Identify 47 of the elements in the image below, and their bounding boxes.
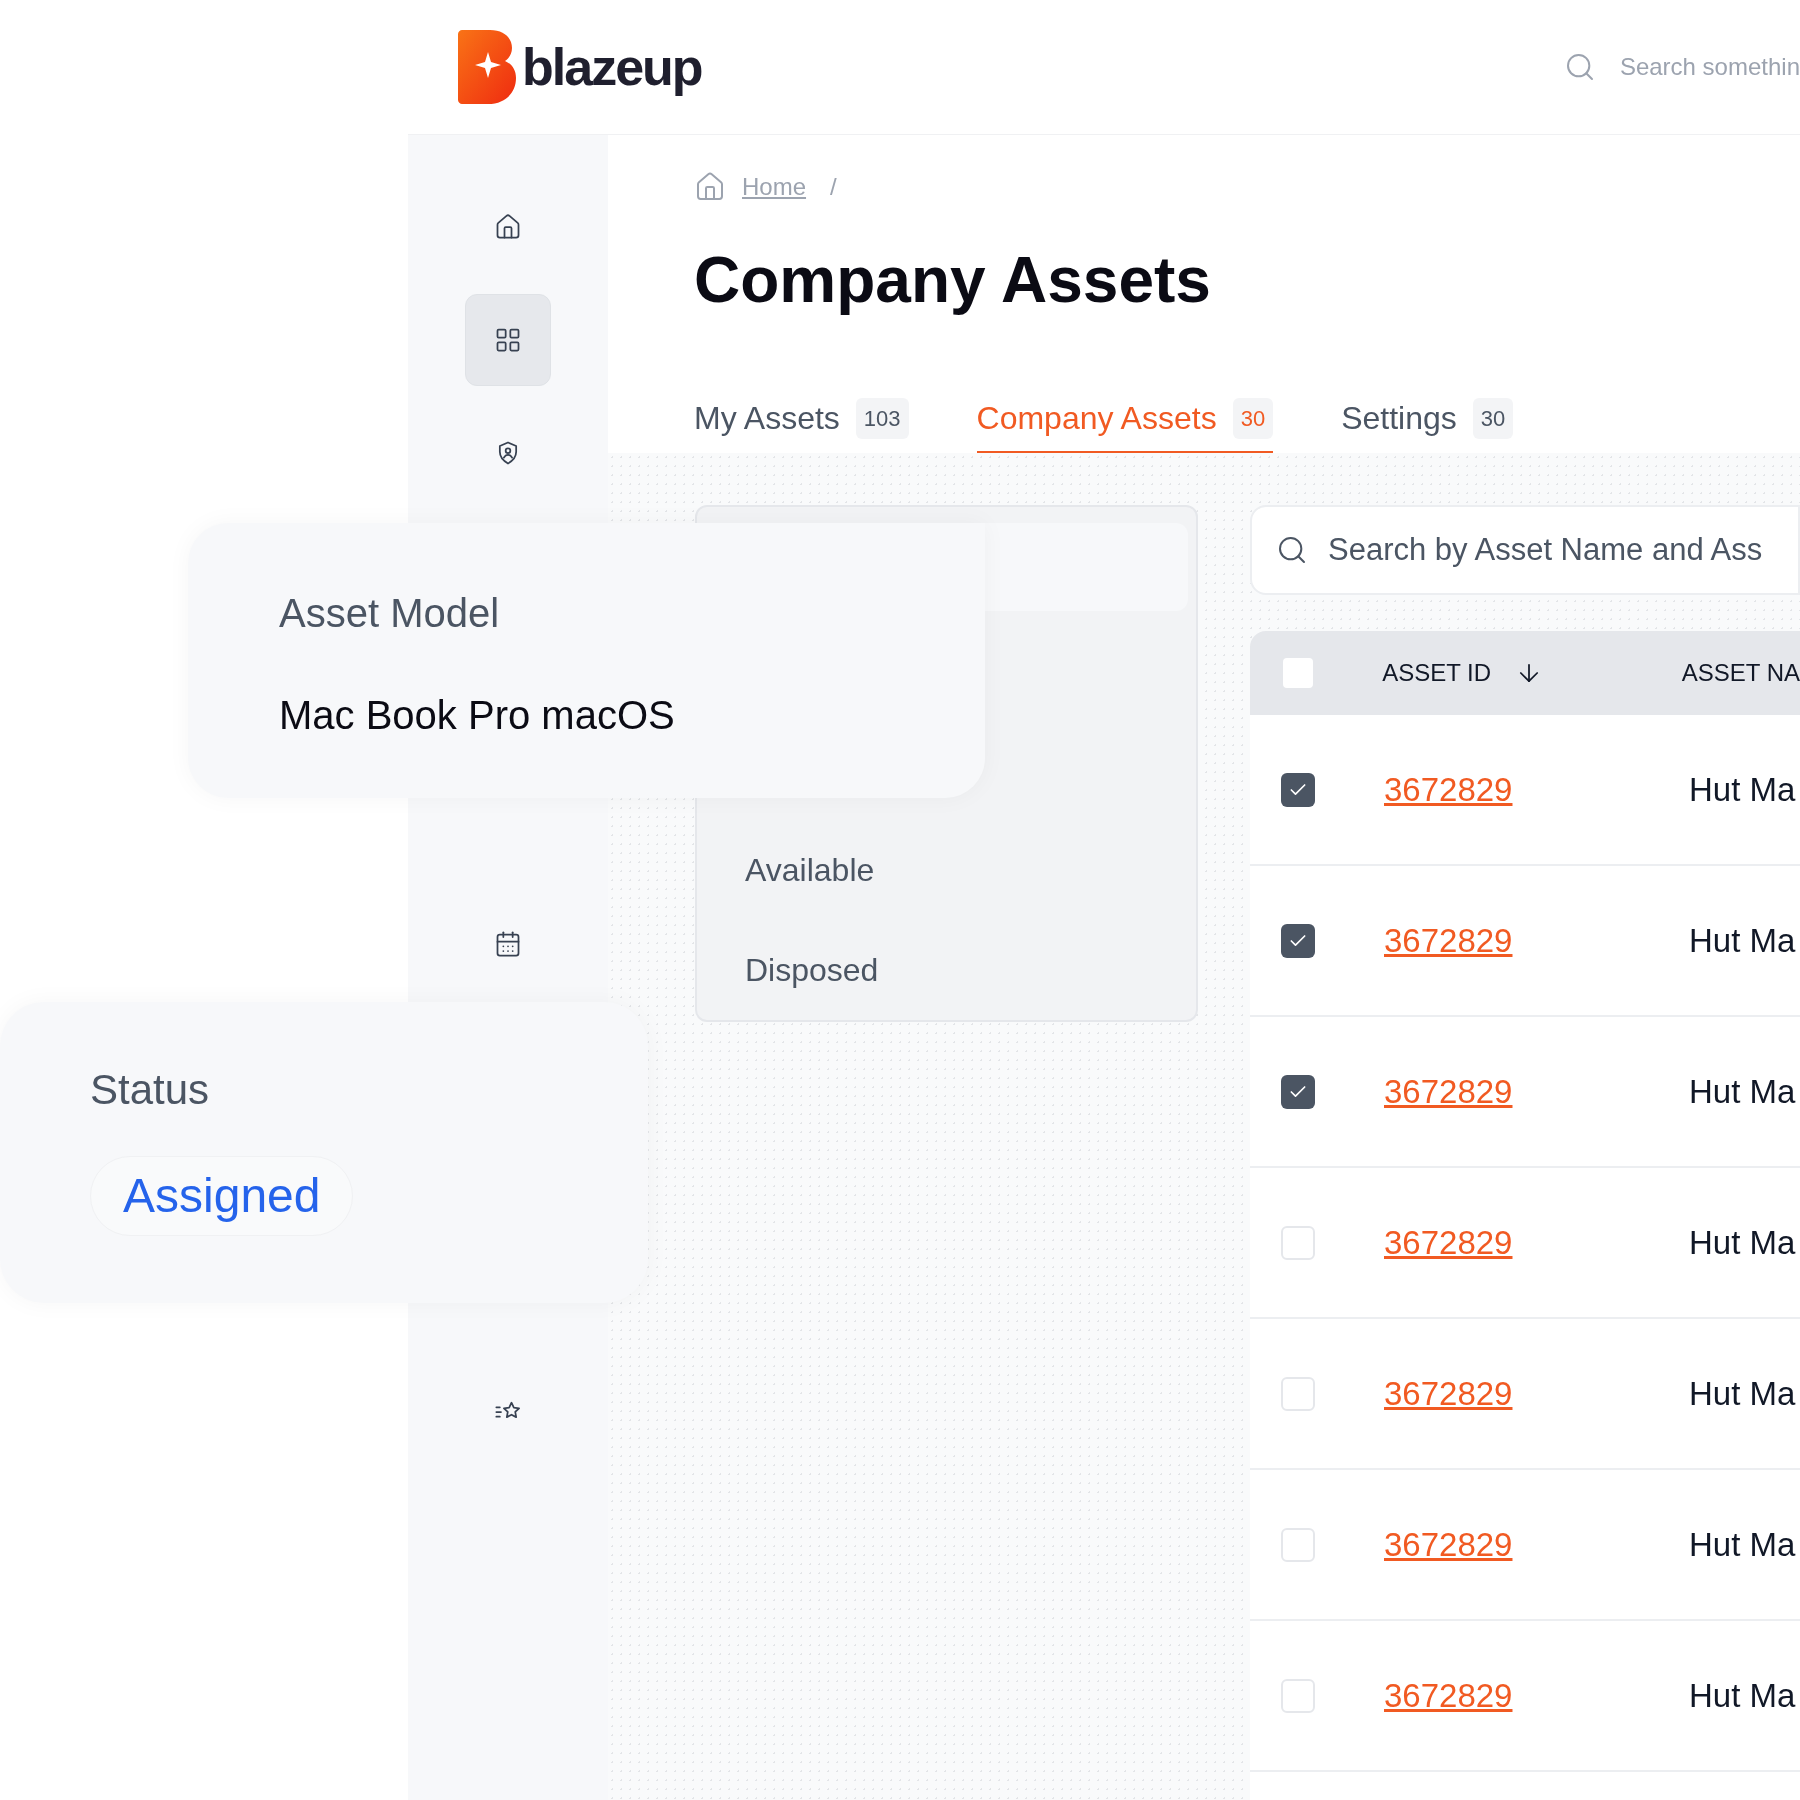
checkbox[interactable] [1281,923,1315,958]
page-title: Company Assets [694,243,1212,318]
card-label: Asset Model [279,590,501,637]
calendar-icon [494,930,522,958]
search-icon [1276,534,1308,566]
asset-id-link[interactable]: 3672829 [1384,921,1513,959]
table-cell-text: Hut Ma [1689,920,1796,961]
asset-id-link[interactable]: 3672829 [1384,1072,1513,1110]
count-badge: 30 [1232,397,1274,439]
sidebar-item[interactable] [465,294,551,386]
count-badge: 103 [855,397,909,439]
asset-id-link[interactable]: 3672829 [1384,1374,1513,1412]
checkbox[interactable] [1281,1527,1315,1562]
filter-option[interactable]: Disposed [745,950,1196,990]
home-icon [494,213,522,241]
checkbox[interactable] [1281,1225,1315,1260]
table-cell-text: Hut Ma [1689,1071,1796,1112]
card-label: Status [90,1065,211,1115]
table-cell-text: Hut Ma [1689,1675,1796,1716]
count-badge: 30 [1472,397,1514,439]
asset-id-link[interactable]: 3672829 [1384,1223,1513,1261]
column-header[interactable]: ASSET ID [1382,655,1492,691]
column-header[interactable]: ASSET NA [1681,655,1800,691]
status-badge: Assigned [90,1156,354,1236]
breadcrumb-link[interactable]: Home [742,169,807,205]
checkbox[interactable] [1281,1074,1315,1109]
table-cell-text: Hut Ma [1689,769,1796,810]
logo-icon [458,30,518,104]
card-value: Mac Book Pro macOS [279,692,676,739]
breadcrumb-separator: / [830,172,837,202]
table-cell-text: Hut Ma [1689,1524,1796,1565]
table-cell-text: Hut Ma [1689,1373,1796,1414]
asset-id-link[interactable]: 3672829 [1384,1525,1513,1563]
checkbox[interactable] [1281,1376,1315,1411]
tab[interactable]: My Assets 103 [694,385,909,453]
filter-option[interactable]: Available [745,850,1196,890]
tab[interactable]: Settings 30 [1341,385,1514,453]
checkbox[interactable] [1281,772,1315,807]
search-field[interactable]: Search somethin [1619,49,1800,85]
search-field[interactable]: Search by Asset Name and Ass [1250,505,1800,595]
grid-icon [494,326,522,354]
checkbox[interactable] [1281,1678,1315,1713]
home-icon [694,171,726,203]
checkbox[interactable] [1281,656,1315,690]
asset-id-link[interactable]: 3672829 [1384,770,1513,808]
asset-id-link[interactable]: 3672829 [1384,1676,1513,1714]
table-cell-text: Hut Ma [1689,1222,1796,1263]
